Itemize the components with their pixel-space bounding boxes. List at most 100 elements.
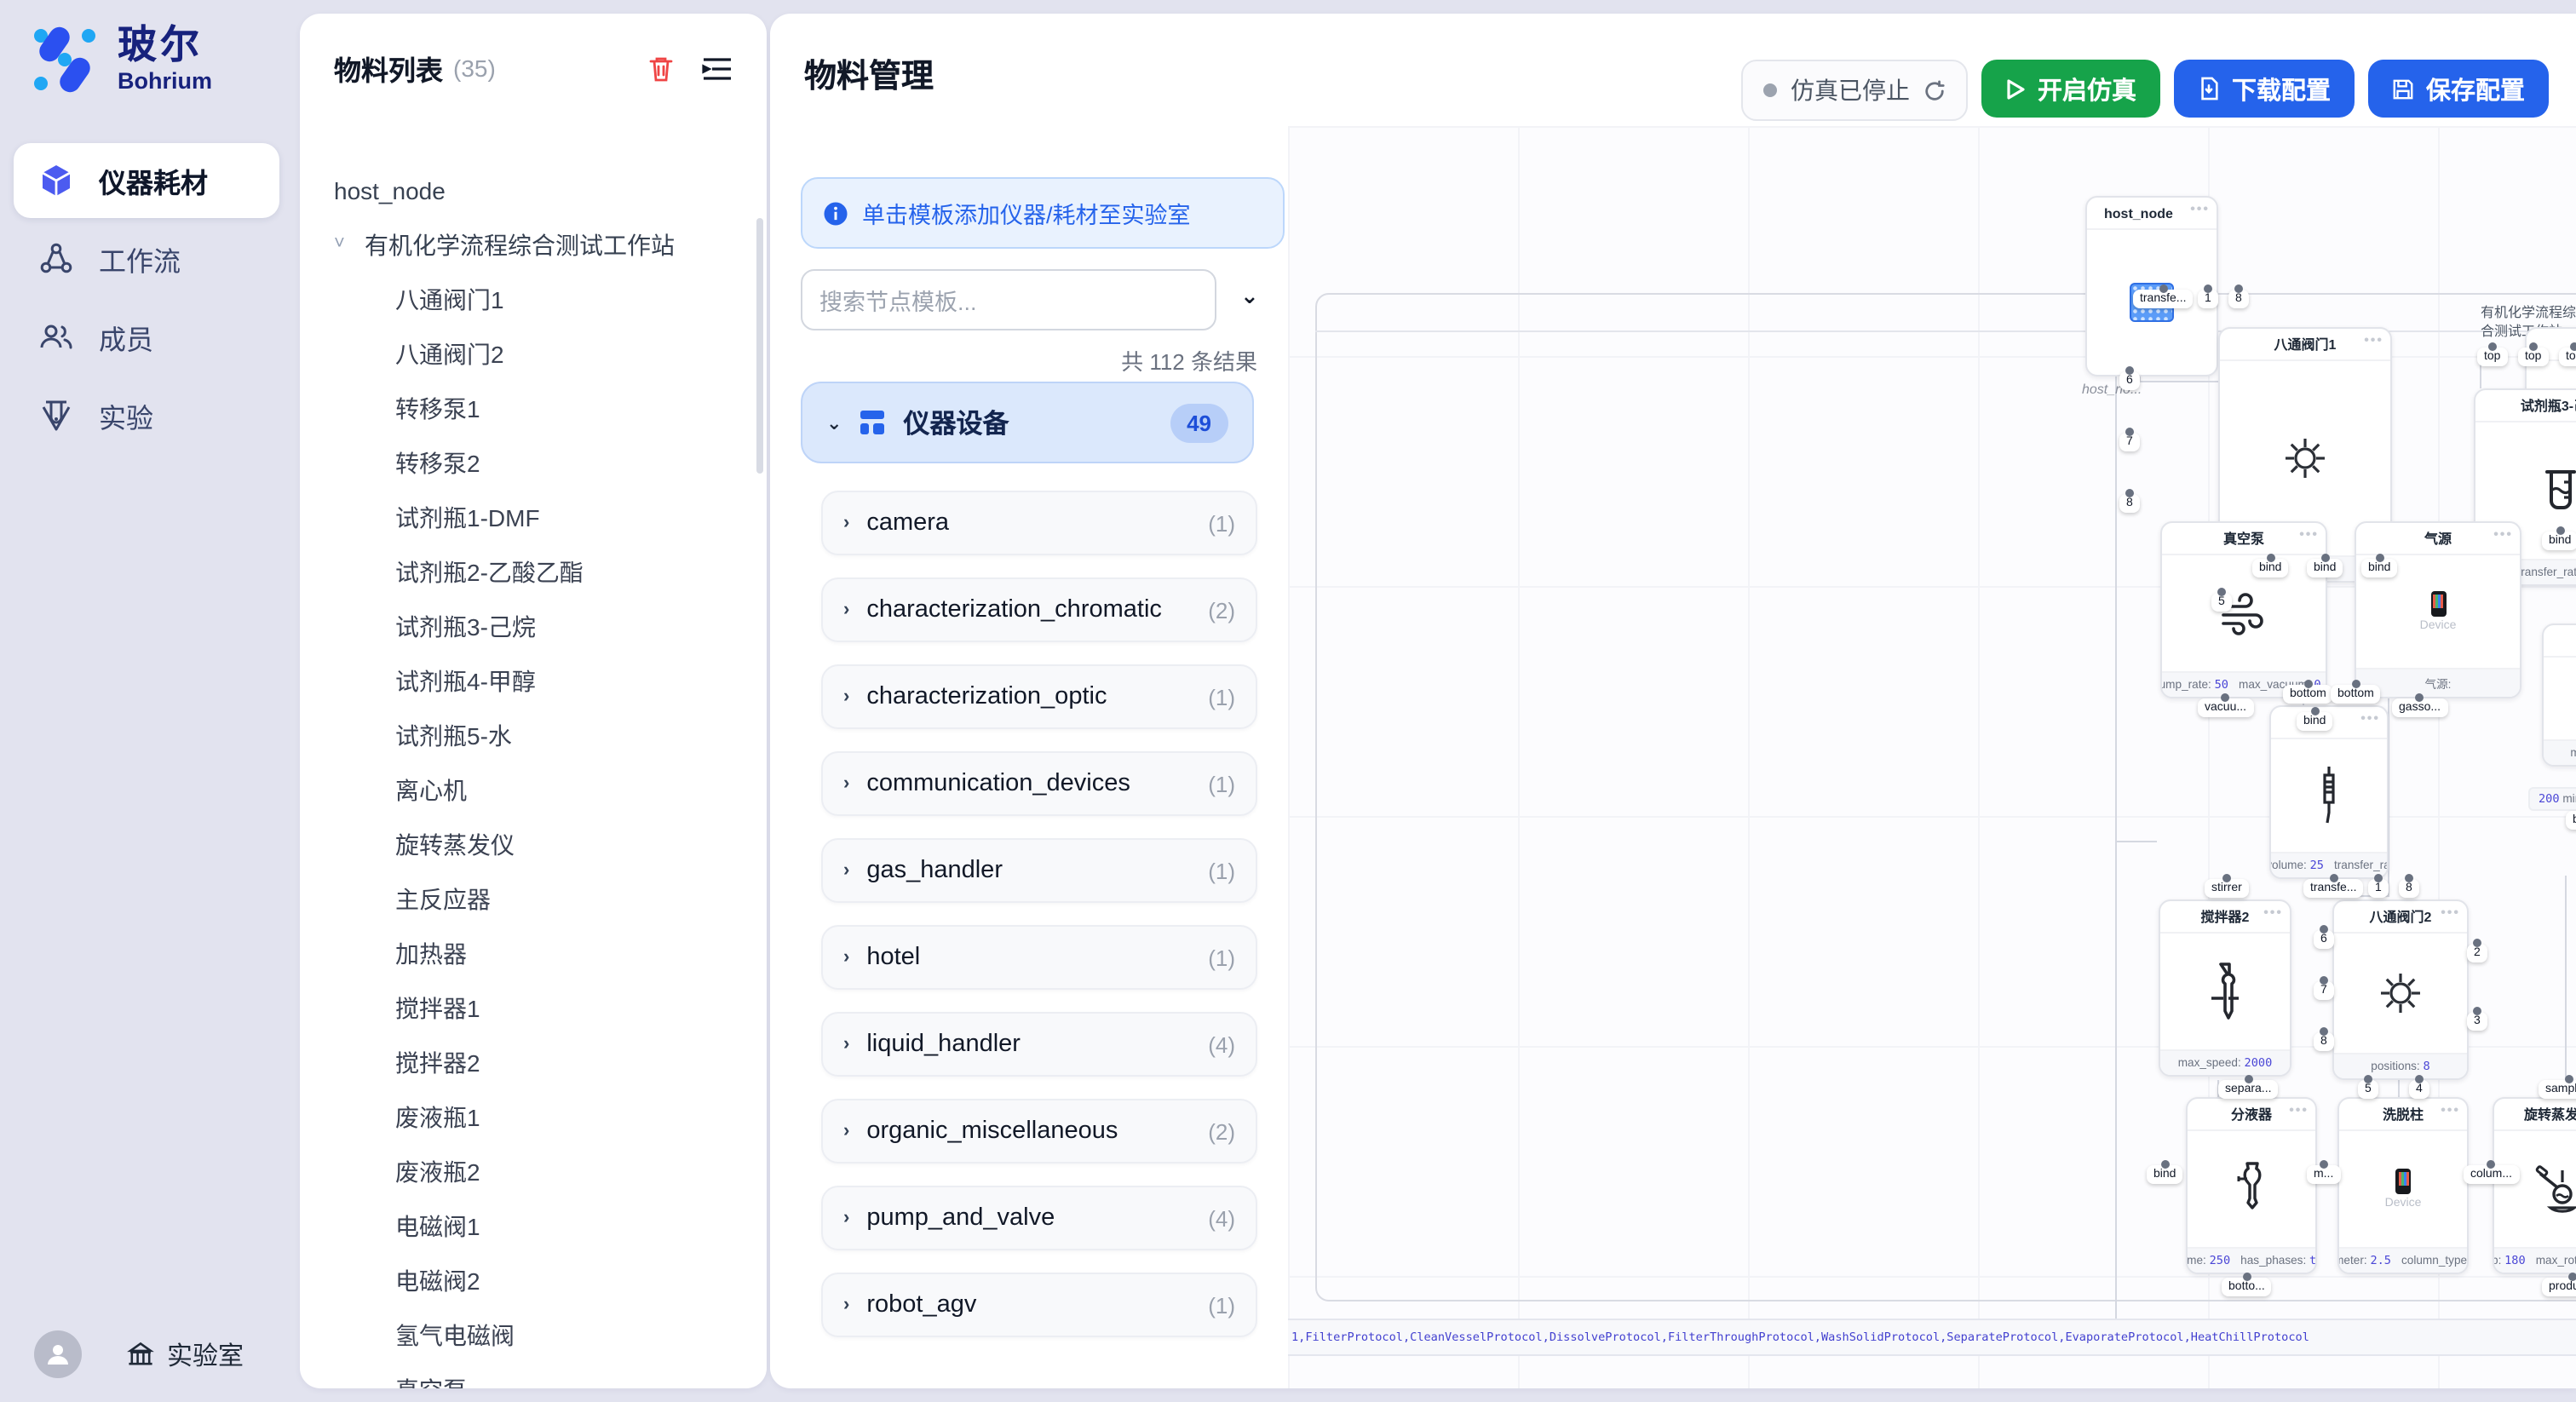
refresh-icon[interactable]	[1923, 79, 1946, 101]
tree-item[interactable]: 离心机	[300, 763, 756, 818]
node-menu-icon[interactable]: •••	[2360, 710, 2380, 726]
port-chip-7[interactable]: 7	[2119, 433, 2140, 451]
canvas-node-rotovap[interactable]: 旋转蒸发仪•••temp: 180max_rotation_speed:	[2493, 1097, 2576, 1274]
tree-item[interactable]: 废液瓶1	[300, 1090, 756, 1145]
category-row-liquid_handler[interactable]: ›liquid_handler(4)	[821, 1012, 1257, 1077]
port-chip-top[interactable]: top	[2518, 348, 2548, 366]
canvas-node-bavalve2[interactable]: 八通阀门2•••positions: 8	[2332, 899, 2469, 1080]
tree-item[interactable]: 八通阀门2	[300, 327, 756, 382]
node-menu-icon[interactable]: •••	[2190, 201, 2210, 216]
canvas-node-host_node[interactable]: host_node•••	[2085, 196, 2218, 376]
canvas-node-syringe[interactable]: •••max_volume: 25transfer_rate: 10	[2269, 705, 2389, 879]
tree-item[interactable]: 试剂瓶4-甲醇	[300, 654, 756, 709]
port-chip-2[interactable]: 2	[2467, 944, 2487, 962]
tree-item[interactable]: ˅有机化学流程综合测试工作站	[300, 218, 756, 273]
canvas-node-vpump[interactable]: 真空泵•••pump_rate: 50max_vacuum: 0.1	[2160, 521, 2327, 698]
port-chip-1[interactable]: 1	[2198, 290, 2218, 308]
sidebar-item-1[interactable]: 工作流	[14, 221, 279, 296]
port-chip-8[interactable]: 8	[2119, 494, 2140, 513]
category-row-organic_miscellaneous[interactable]: ›organic_miscellaneous(2)	[821, 1099, 1257, 1164]
port-chip-4[interactable]: 4	[2409, 1080, 2429, 1099]
tree-item[interactable]: 氢气电磁阀	[300, 1308, 756, 1363]
sidebar-item-0[interactable]: 仪器耗材	[14, 143, 279, 218]
port-chip-gasso[interactable]: gasso...	[2392, 698, 2447, 717]
port-chip-m[interactable]: m...	[2307, 1165, 2340, 1184]
canvas-node-gassrc[interactable]: 气源•••Device气源:	[2355, 521, 2521, 698]
category-row-camera[interactable]: ›camera(1)	[821, 491, 1257, 555]
port-chip-3[interactable]: 3	[2467, 1012, 2487, 1031]
outline-list-icon[interactable]	[702, 55, 733, 81]
node-menu-icon[interactable]: •••	[2289, 1102, 2309, 1118]
download-config-button[interactable]: 下载配置	[2174, 60, 2355, 118]
port-chip-vacuu[interactable]: vacuu...	[2198, 698, 2253, 717]
brand-logo[interactable]: 玻尔 Bohrium	[27, 22, 212, 97]
tree-item[interactable]: 主反应器	[300, 872, 756, 927]
node-menu-icon[interactable]: •••	[2441, 1102, 2460, 1118]
workflow-canvas[interactable]: 美化布局 有机化学流程综合测试工作站 host_no... 1,FilterPr…	[1288, 126, 2576, 1388]
port-chip-bottom[interactable]: bottom	[2283, 685, 2333, 704]
canvas-node-beaker2000[interactable]: •••max_volume: 2000	[2542, 623, 2576, 767]
port-chip-7[interactable]: 7	[2314, 981, 2334, 1000]
port-chip-separa[interactable]: separa...	[2218, 1080, 2279, 1099]
tree-item[interactable]: 转移泵2	[300, 436, 756, 491]
port-chip-8[interactable]: 8	[2399, 879, 2419, 898]
port-chip-bottom[interactable]: bottom	[2331, 685, 2381, 704]
category-row-hotel[interactable]: ›hotel(1)	[821, 925, 1257, 990]
port-chip-8[interactable]: 8	[2228, 290, 2249, 308]
port-chip-8[interactable]: 8	[2314, 1032, 2334, 1051]
tree-item[interactable]: 加热器	[300, 927, 756, 981]
tree-item[interactable]: 试剂瓶1-DMF	[300, 491, 756, 545]
materials-scrollbar[interactable]	[756, 218, 763, 474]
category-row-pump_and_valve[interactable]: ›pump_and_valve(4)	[821, 1186, 1257, 1250]
avatar[interactable]	[34, 1330, 82, 1378]
simulation-status-pill[interactable]: 仿真已停止	[1741, 60, 1968, 121]
sidebar-item-2[interactable]: 成员	[14, 300, 279, 375]
node-menu-icon[interactable]: •••	[2364, 332, 2383, 348]
port-chip-botto[interactable]: botto...	[2222, 1278, 2272, 1296]
port-chip-colum[interactable]: colum...	[2464, 1165, 2519, 1184]
port-chip-top[interactable]: top	[2559, 348, 2576, 366]
tree-item[interactable]: 真空泵	[300, 1363, 756, 1388]
canvas-node-sepfunnel[interactable]: 分液器•••volume: 250has_phases: true	[2186, 1097, 2317, 1274]
tree-item[interactable]: 搅拌器1	[300, 981, 756, 1036]
sidebar-item-3[interactable]: 实验	[14, 378, 279, 453]
tree-item[interactable]: host_node	[300, 164, 756, 218]
port-chip-bind[interactable]: bind	[2361, 559, 2397, 577]
tree-item[interactable]: 电磁阀2	[300, 1254, 756, 1308]
tree-item[interactable]: 八通阀门1	[300, 273, 756, 327]
start-simulation-button[interactable]: 开启仿真	[1981, 60, 2160, 118]
search-template-input[interactable]: 搜索节点模板...	[801, 269, 1216, 330]
category-row-robot_agv[interactable]: ›robot_agv(1)	[821, 1273, 1257, 1337]
tree-item[interactable]: 试剂瓶2-乙酸乙酯	[300, 545, 756, 600]
tree-item[interactable]: 试剂瓶5-水	[300, 709, 756, 763]
port-chip-5[interactable]: 5	[2211, 593, 2232, 612]
canvas-node-column[interactable]: 洗脱柱•••Devicediameter: 2.5column_type: si	[2337, 1097, 2469, 1274]
node-menu-icon[interactable]: •••	[2299, 526, 2319, 542]
tree-item[interactable]: 旋转蒸发仪	[300, 818, 756, 872]
port-chip-5[interactable]: 5	[2358, 1080, 2378, 1099]
chevron-down-icon[interactable]: ˅	[334, 233, 365, 254]
port-chip-bind[interactable]: bind	[2297, 712, 2332, 731]
node-menu-icon[interactable]: •••	[2263, 905, 2283, 920]
port-chip-sample[interactable]: sample...	[2539, 1080, 2576, 1099]
tree-item[interactable]: 转移泵1	[300, 382, 756, 436]
tree-item[interactable]: 电磁阀1	[300, 1199, 756, 1254]
sidebar-item-lab[interactable]: 实验室	[126, 1336, 244, 1372]
port-chip-bottom[interactable]: bottom	[2566, 811, 2576, 830]
port-chip-transfe[interactable]: transfe...	[2303, 879, 2363, 898]
node-menu-icon[interactable]: •••	[2493, 526, 2513, 542]
category-row-characterization_chromatic[interactable]: ›characterization_chromatic(2)	[821, 577, 1257, 642]
tree-item[interactable]: 废液瓶2	[300, 1145, 756, 1199]
category-row-gas_handler[interactable]: ›gas_handler(1)	[821, 838, 1257, 903]
port-chip-6[interactable]: 6	[2119, 371, 2140, 390]
port-chip-produc[interactable]: produc...	[2542, 1278, 2576, 1296]
tree-item[interactable]: 搅拌器2	[300, 1036, 756, 1090]
trash-icon[interactable]	[647, 54, 675, 83]
port-chip-top[interactable]: top	[2477, 348, 2507, 366]
canvas-node-stirrer2[interactable]: 搅拌器2•••max_speed: 2000	[2159, 899, 2291, 1077]
port-chip-6[interactable]: 6	[2314, 930, 2334, 949]
save-config-button[interactable]: 保存配置	[2368, 60, 2549, 118]
tree-item[interactable]: 试剂瓶3-己烷	[300, 600, 756, 654]
port-chip-1[interactable]: 1	[2368, 879, 2389, 898]
port-chip-bind[interactable]: bind	[2542, 531, 2576, 550]
